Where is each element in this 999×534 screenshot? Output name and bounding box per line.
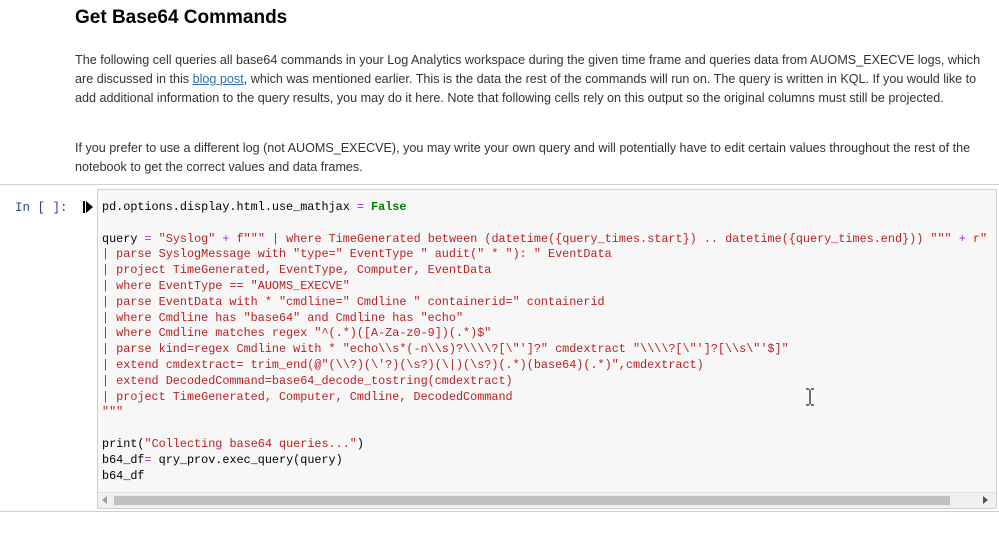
code-token: | parse kind=regex Cmdline with * "echo\… xyxy=(102,342,789,357)
code-token: b64_df xyxy=(102,452,145,467)
code-line: | where Cmdline has "base64" and Cmdline… xyxy=(102,311,987,327)
paragraph-alternate-log: If you prefer to use a different log (no… xyxy=(75,141,971,174)
code-line: b64_df xyxy=(102,469,987,485)
code-text[interactable]: pd.options.display.html.use_mathjax = Fa… xyxy=(102,200,987,484)
code-token: False xyxy=(371,200,407,214)
code-token: | where Cmdline matches regex "^(.*)([A-… xyxy=(102,326,492,341)
code-token: | where EventType == "AUOMS_EXECVE" xyxy=(102,278,350,293)
section-heading: Get Base64 Commands xyxy=(75,7,288,28)
code-token: "Collecting base64 queries..." xyxy=(144,436,357,451)
code-token: | extend DecodedCommand=base64_decode_to… xyxy=(102,373,513,388)
scroll-left-icon[interactable] xyxy=(102,496,107,504)
scroll-right-icon[interactable] xyxy=(983,496,988,504)
code-token: qry_prov.exec_query(query) xyxy=(151,452,343,467)
code-line: b64_df= qry_prov.exec_query(query) xyxy=(102,453,987,469)
code-token: | extend cmdextract= trim_end(@"(\\?)(\'… xyxy=(102,357,704,372)
cell-prompt: In [ ]: xyxy=(15,201,68,215)
code-token: | project TimeGenerated, EventType, Comp… xyxy=(102,263,492,278)
code-line: | parse SyslogMessage with "type=" Event… xyxy=(102,247,987,263)
code-token: query xyxy=(102,231,145,246)
code-token: f""" | where TimeGenerated between (date… xyxy=(236,231,952,246)
code-line: | where Cmdline matches regex "^(.*)([A-… xyxy=(102,326,987,342)
run-cell-icon[interactable] xyxy=(83,201,93,213)
code-line: """ xyxy=(102,405,987,421)
code-line: print("Collecting base64 queries...") xyxy=(102,437,987,453)
code-token: ( xyxy=(137,436,145,451)
code-token: + xyxy=(222,231,230,246)
code-token: = xyxy=(356,200,364,214)
code-token: | parse SyslogMessage with "type=" Event… xyxy=(102,247,612,262)
code-line: | project TimeGenerated, EventType, Comp… xyxy=(102,263,987,279)
paragraph-description: The following cell queries all base64 co… xyxy=(75,51,990,108)
code-token: "Syslog" xyxy=(158,231,216,246)
code-line: | where EventType == "AUOMS_EXECVE" xyxy=(102,279,987,295)
scrollbar-thumb[interactable] xyxy=(114,496,950,505)
code-line: | extend DecodedCommand=base64_decode_to… xyxy=(102,374,987,390)
code-token: b64_df xyxy=(102,468,145,483)
code-token: | where Cmdline has "base64" and Cmdline… xyxy=(102,310,464,325)
code-token: | parse EventData with * "cmdline=" Cmdl… xyxy=(102,294,605,309)
code-line: | project TimeGenerated, Computer, Cmdli… xyxy=(102,390,987,406)
code-token: ) xyxy=(356,436,364,451)
code-line: | parse kind=regex Cmdline with * "echo\… xyxy=(102,342,987,358)
code-token: pd.options.display.html.use_mathjax xyxy=(102,200,357,214)
code-editor[interactable]: pd.options.display.html.use_mathjax = Fa… xyxy=(97,189,997,509)
code-token: = xyxy=(144,231,152,246)
code-token: """ xyxy=(102,405,124,420)
code-token: print xyxy=(102,436,138,451)
code-line: pd.options.display.html.use_mathjax = Fa… xyxy=(102,200,987,216)
code-line: | extend cmdextract= trim_end(@"(\\?)(\'… xyxy=(102,358,987,374)
code-token: | project TimeGenerated, Computer, Cmdli… xyxy=(102,389,513,404)
horizontal-scrollbar[interactable] xyxy=(98,492,996,508)
code-line: query = "Syslog" + f""" | where TimeGene… xyxy=(102,232,987,248)
code-token: r" xyxy=(972,231,988,246)
text-cursor-icon xyxy=(806,388,814,406)
code-line: | parse EventData with * "cmdline=" Cmdl… xyxy=(102,295,987,311)
code-cell[interactable]: In [ ]: pd.options.display.html.use_math… xyxy=(0,184,999,512)
blog-post-link[interactable]: blog post xyxy=(193,72,244,86)
code-token: = xyxy=(144,452,152,467)
code-token: + xyxy=(958,231,966,246)
